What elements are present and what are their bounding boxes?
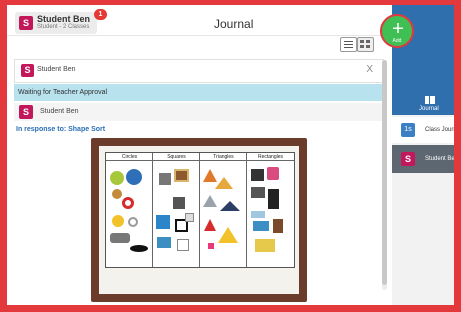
column-header-circles: Circles — [106, 153, 153, 161]
feed-scrollbar[interactable] — [382, 60, 387, 290]
door-icon — [273, 219, 283, 233]
camera-icon — [251, 187, 265, 198]
tv-icon — [173, 197, 185, 209]
response-link[interactable]: In response to: Shape Sort — [16, 126, 105, 133]
ring-small-icon — [128, 217, 138, 227]
add-button[interactable]: + Add — [380, 14, 414, 48]
window-icon — [156, 215, 170, 229]
class-badge: 1s — [401, 123, 415, 137]
basket-icon — [157, 237, 171, 248]
emoji-icon — [112, 215, 124, 227]
student-nav-avatar: S — [401, 152, 415, 166]
scroll-thumb[interactable] — [382, 60, 387, 285]
globe-icon — [126, 169, 142, 185]
right-side-panel: Journal 1s Class Journ S Student Be — [392, 5, 457, 306]
student-nav-label: Student Be — [425, 156, 455, 162]
student-nav-item[interactable]: S Student Be — [392, 145, 455, 173]
pizza-icon — [204, 219, 216, 231]
column-circles: Circles — [106, 153, 153, 267]
grid-view-icon[interactable] — [357, 37, 374, 52]
ring-icon — [122, 197, 134, 209]
class-journal-item[interactable]: 1s Class Journ — [392, 117, 457, 143]
column-rectangles: Rectangles — [247, 153, 294, 267]
flag-icon — [208, 243, 214, 249]
column-header-triangles: Triangles — [200, 153, 247, 161]
frame-icon — [174, 169, 189, 182]
journal-nav-item[interactable]: Journal — [392, 93, 454, 115]
gift-icon — [267, 167, 279, 180]
cheese-icon — [215, 177, 233, 189]
app-header: S Student Ben Student - 2 Classes 1 Jour… — [7, 5, 387, 36]
piano-icon — [251, 169, 264, 181]
phone-icon — [268, 189, 279, 209]
triangle-ruler-icon — [203, 195, 217, 207]
user-subtitle: Student - 2 Classes — [37, 24, 90, 30]
user-name: Student Ben — [37, 14, 90, 24]
class-journal-label: Class Journ — [425, 127, 457, 133]
mountain-icon — [220, 201, 240, 211]
approval-status-text: Waiting for Teacher Approval — [18, 89, 108, 96]
warning-sign-icon — [218, 227, 238, 243]
author-name: Student Ben — [40, 108, 79, 115]
add-label: Add — [392, 38, 402, 44]
stove-icon — [110, 233, 130, 243]
user-switcher[interactable]: S Student Ben Student - 2 Classes — [15, 12, 97, 34]
post-artwork-image[interactable]: Circles Squares Triangles Rectangles — [91, 138, 307, 302]
window-rect-icon — [253, 221, 269, 231]
record-icon — [130, 245, 148, 252]
user-avatar: S — [19, 16, 33, 30]
calendar-icon — [177, 239, 189, 251]
close-icon[interactable]: X — [366, 64, 373, 75]
filter-avatar: S — [21, 64, 34, 77]
student-filter[interactable]: S Student Ben X — [14, 59, 384, 83]
shape-sort-grid: Circles Squares Triangles Rectangles — [105, 152, 295, 268]
post-author-row: S Student Ben — [14, 103, 385, 121]
column-header-rectangles: Rectangles — [247, 153, 294, 161]
tennis-ball-icon — [110, 171, 124, 185]
notification-badge[interactable]: 1 — [94, 9, 107, 20]
plus-icon: + — [392, 18, 404, 40]
calculator-icon — [159, 173, 171, 185]
filter-student-name: Student Ben — [37, 66, 76, 73]
book-icon — [425, 96, 435, 104]
page-title: Journal — [214, 17, 254, 31]
approval-status-bar: Waiting for Teacher Approval — [14, 84, 385, 101]
ruler-icon — [251, 211, 265, 218]
money-icon — [255, 239, 275, 252]
cookie-icon — [112, 189, 122, 199]
journal-nav-label: Journal — [419, 106, 439, 112]
column-squares: Squares — [153, 153, 200, 267]
list-view-icon[interactable] — [340, 37, 357, 52]
column-header-squares: Squares — [153, 153, 200, 161]
shape-sort-board: Circles Squares Triangles Rectangles — [99, 146, 299, 294]
sparkle-icon — [185, 213, 194, 222]
column-triangles: Triangles — [200, 153, 247, 267]
author-avatar: S — [19, 105, 33, 119]
